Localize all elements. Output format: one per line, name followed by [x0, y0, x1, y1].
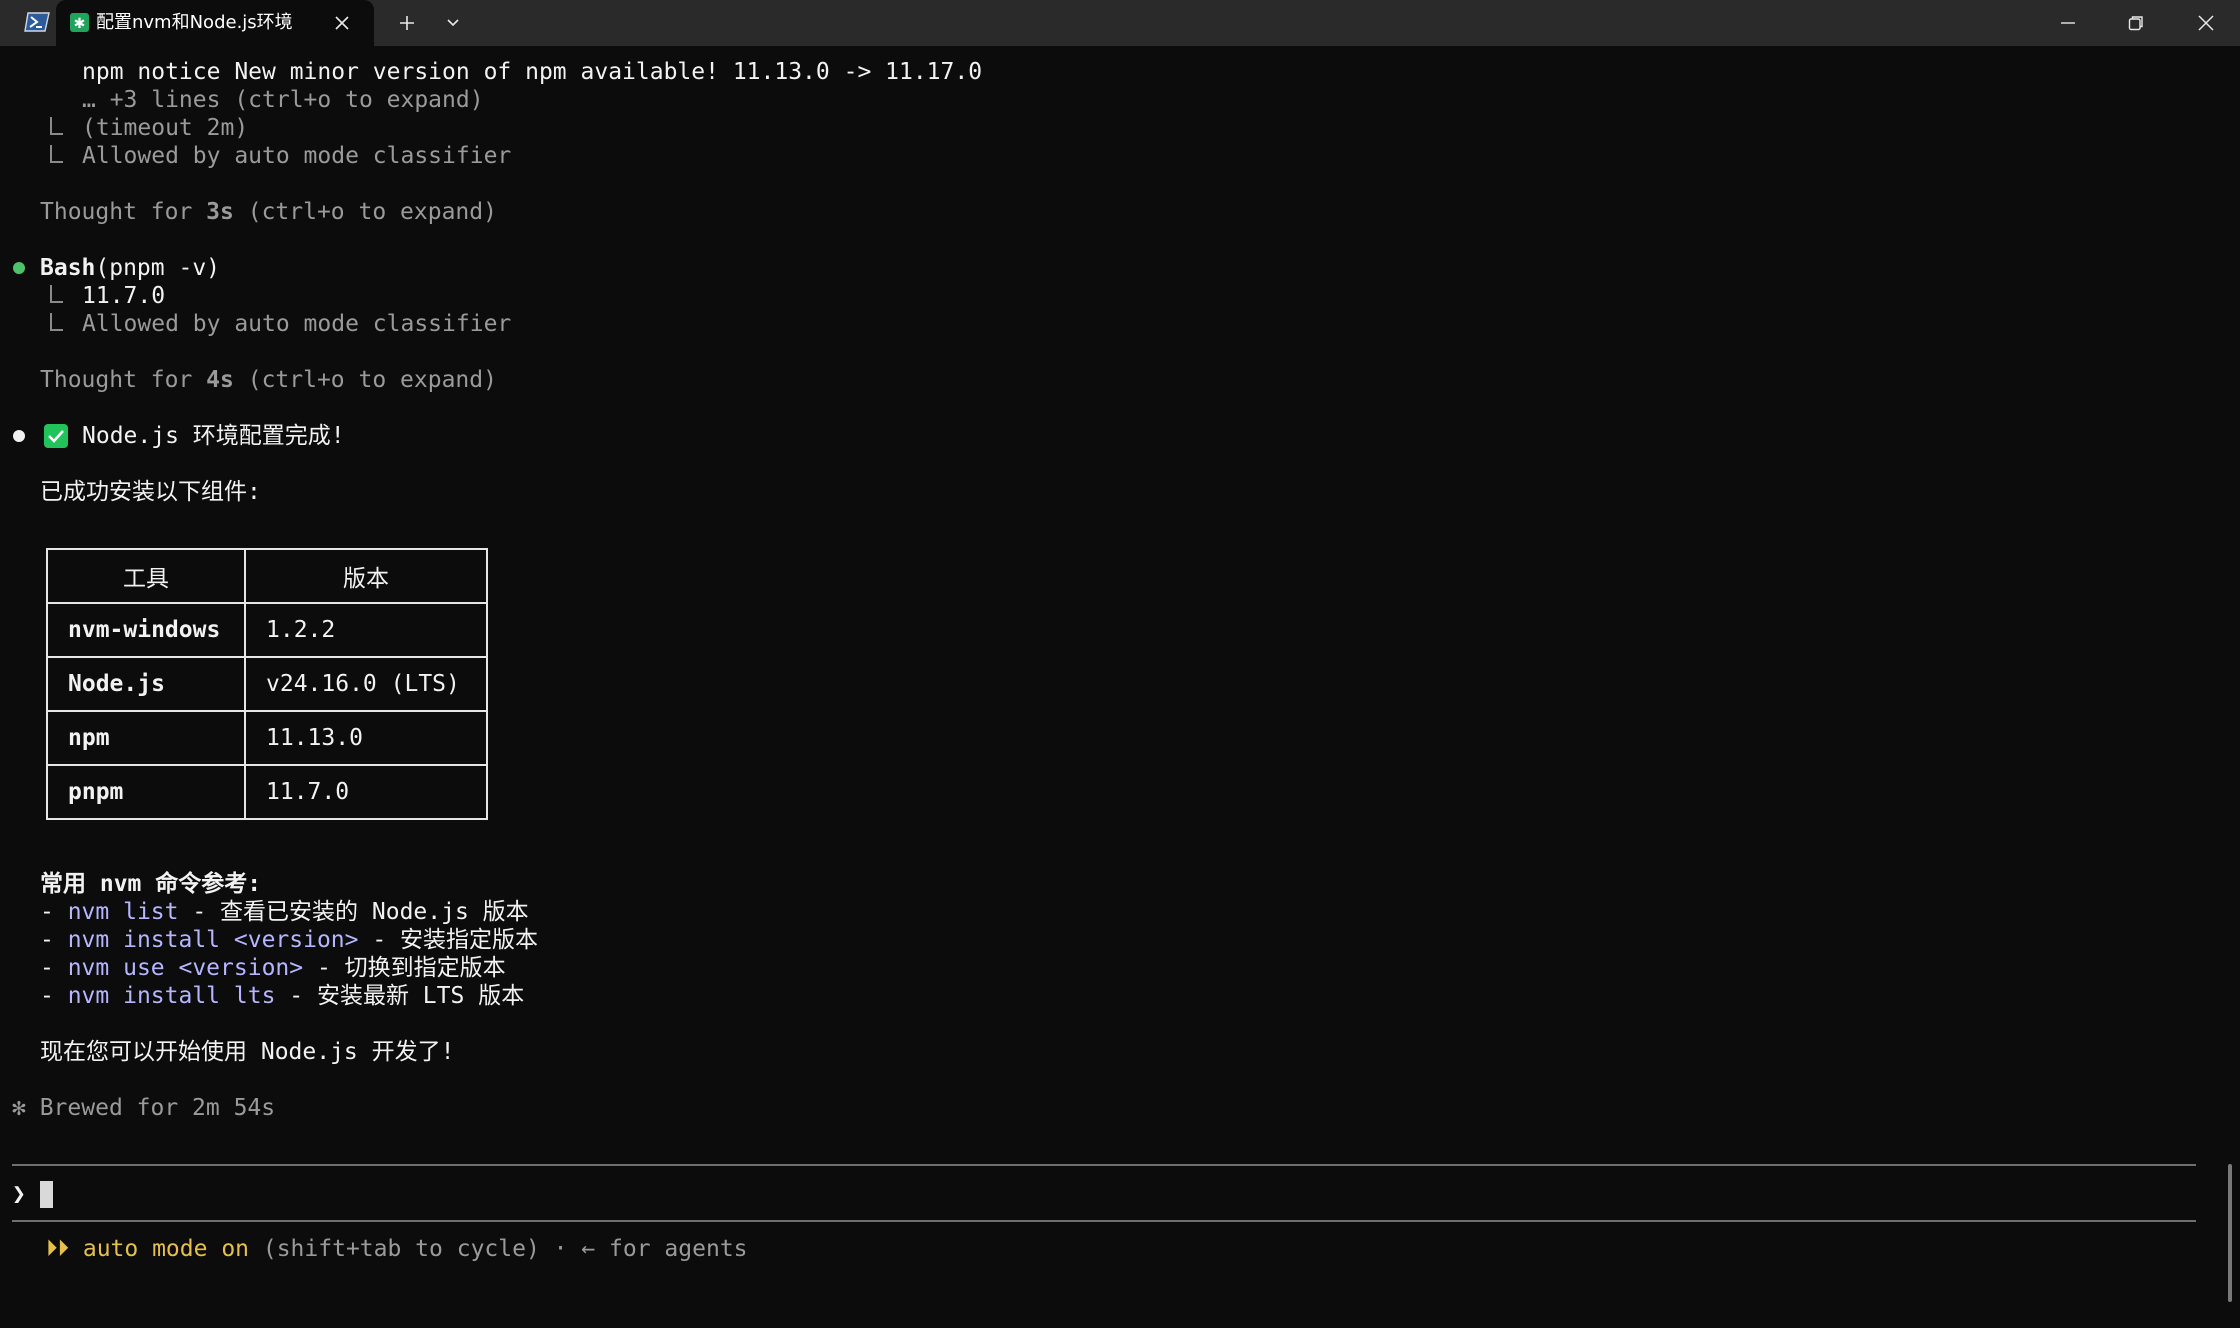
table-row: Node.js v24.16.0 (LTS): [46, 656, 488, 712]
close-window-button[interactable]: [2172, 0, 2240, 46]
plus-icon: [400, 16, 414, 30]
command-code: nvm list: [67, 899, 179, 925]
success-dot: [13, 262, 25, 274]
tab-dropdown-button[interactable]: [440, 10, 466, 36]
thought-line[interactable]: Thought for 4s (ctrl+o to expand): [40, 366, 497, 394]
sparkle-icon: ✻: [12, 1095, 26, 1121]
tree-branch: [50, 145, 63, 163]
table-row: npm 11.13.0: [46, 710, 488, 766]
bash-command-line: Bash(pnpm -v): [40, 254, 220, 282]
mode-status-line[interactable]: ⏵⏵ auto mode on (shift+tab to cycle) · ←…: [46, 1235, 748, 1263]
brewed-status: ✻ Brewed for 2m 54s: [12, 1094, 275, 1122]
command-code: nvm install <version>: [67, 927, 359, 953]
timeout-line: (timeout 2m): [82, 115, 249, 141]
commands-title: 常用 nvm 命令参考:: [40, 871, 262, 897]
close-tab-icon[interactable]: [330, 11, 354, 35]
minimize-button[interactable]: [2034, 0, 2102, 46]
scrollbar[interactable]: [2228, 1164, 2232, 1302]
restore-icon: [2128, 16, 2143, 31]
command-code: nvm install lts: [67, 983, 276, 1009]
chevron-down-icon: [447, 19, 459, 27]
tree-branch: [50, 117, 63, 135]
table-header: 版本: [244, 548, 488, 604]
table-header: 工具: [46, 548, 246, 604]
command-desc: - 安装指定版本: [358, 927, 539, 953]
command-desc: - 查看已安装的 Node.js 版本: [178, 899, 529, 925]
title-bar: ✱ 配置nvm和Node.js环境: [0, 0, 2240, 46]
restore-button[interactable]: [2102, 0, 2170, 46]
mode-hint: (shift+tab to cycle) · ← for agents: [249, 1236, 748, 1262]
brewed-text: Brewed for 2m 54s: [25, 1095, 276, 1121]
minimize-icon: [2061, 22, 2075, 24]
tree-branch: [50, 285, 63, 303]
tab-active[interactable]: ✱ 配置nvm和Node.js环境: [56, 0, 374, 46]
thought-time: 4s: [206, 367, 234, 393]
fast-forward-icon: ⏵⏵: [46, 1236, 69, 1262]
command-item: - nvm install <version> - 安装指定版本: [40, 926, 538, 954]
table-cell-tool: Node.js: [46, 656, 246, 712]
prompt-bottom-divider: [12, 1220, 2196, 1222]
command-desc: - 安装最新 LTS 版本: [275, 983, 525, 1009]
claude-icon: ✱: [70, 13, 89, 32]
thought-suffix: (ctrl+o to expand): [233, 199, 497, 225]
tree-branch: [50, 313, 63, 331]
table-cell-tool: pnpm: [46, 764, 246, 820]
command-item: - nvm list - 查看已安装的 Node.js 版本: [40, 898, 529, 926]
npm-notice-line: npm notice New minor version of npm avai…: [82, 59, 983, 85]
closing-message: 现在您可以开始使用 Node.js 开发了!: [40, 1039, 455, 1065]
bash-output: 11.7.0: [82, 283, 166, 309]
thought-prefix: Thought for: [40, 367, 207, 393]
components-table: 工具 版本 nvm-windows 1.2.2 Node.js v24.16.0…: [46, 548, 488, 820]
text-cursor: [40, 1181, 53, 1208]
table-cell-version: 11.7.0: [244, 764, 488, 820]
table-cell-version: 11.13.0: [244, 710, 488, 766]
command-dash: -: [40, 927, 68, 953]
auto-mode-label: auto mode on: [69, 1236, 250, 1262]
command-item: - nvm use <version> - 切换到指定版本: [40, 954, 506, 982]
allowed-line: Allowed by auto mode classifier: [82, 143, 512, 169]
command-dash: -: [40, 955, 68, 981]
thought-time: 3s: [206, 199, 234, 225]
command-dash: -: [40, 983, 68, 1009]
check-icon: [44, 424, 68, 448]
command-desc: - 切换到指定版本: [303, 955, 506, 981]
table-row: nvm-windows 1.2.2: [46, 602, 488, 658]
allowed-line: Allowed by auto mode classifier: [82, 311, 512, 337]
table-header-row: 工具 版本: [46, 548, 488, 604]
prompt-top-divider: [12, 1164, 2196, 1166]
thought-prefix: Thought for: [40, 199, 207, 225]
powershell-icon[interactable]: [24, 11, 50, 33]
thought-line[interactable]: Thought for 3s (ctrl+o to expand): [40, 198, 497, 226]
collapsed-lines-hint[interactable]: … +3 lines (ctrl+o to expand): [82, 86, 484, 114]
table-cell-version: v24.16.0 (LTS): [244, 656, 488, 712]
command-dash: -: [40, 899, 68, 925]
command-code: nvm use <version>: [67, 955, 304, 981]
new-tab-button[interactable]: [394, 10, 420, 36]
table-row: pnpm 11.7.0: [46, 764, 488, 820]
table-cell-tool: nvm-windows: [46, 602, 246, 658]
tab-title: 配置nvm和Node.js环境: [96, 12, 293, 33]
close-icon: [2198, 15, 2214, 31]
thought-suffix: (ctrl+o to expand): [233, 367, 497, 393]
prompt-chevron-icon: ❯: [12, 1181, 26, 1207]
command-item: - nvm install lts - 安装最新 LTS 版本: [40, 982, 524, 1010]
done-title: Node.js 环境配置完成!: [82, 423, 345, 449]
installed-intro: 已成功安装以下组件:: [40, 479, 261, 505]
table-cell-version: 1.2.2: [244, 602, 488, 658]
bash-args: (pnpm -v): [95, 255, 221, 281]
message-dot: [13, 430, 25, 442]
table-cell-tool: npm: [46, 710, 246, 766]
bash-tool-name: Bash: [40, 255, 96, 281]
